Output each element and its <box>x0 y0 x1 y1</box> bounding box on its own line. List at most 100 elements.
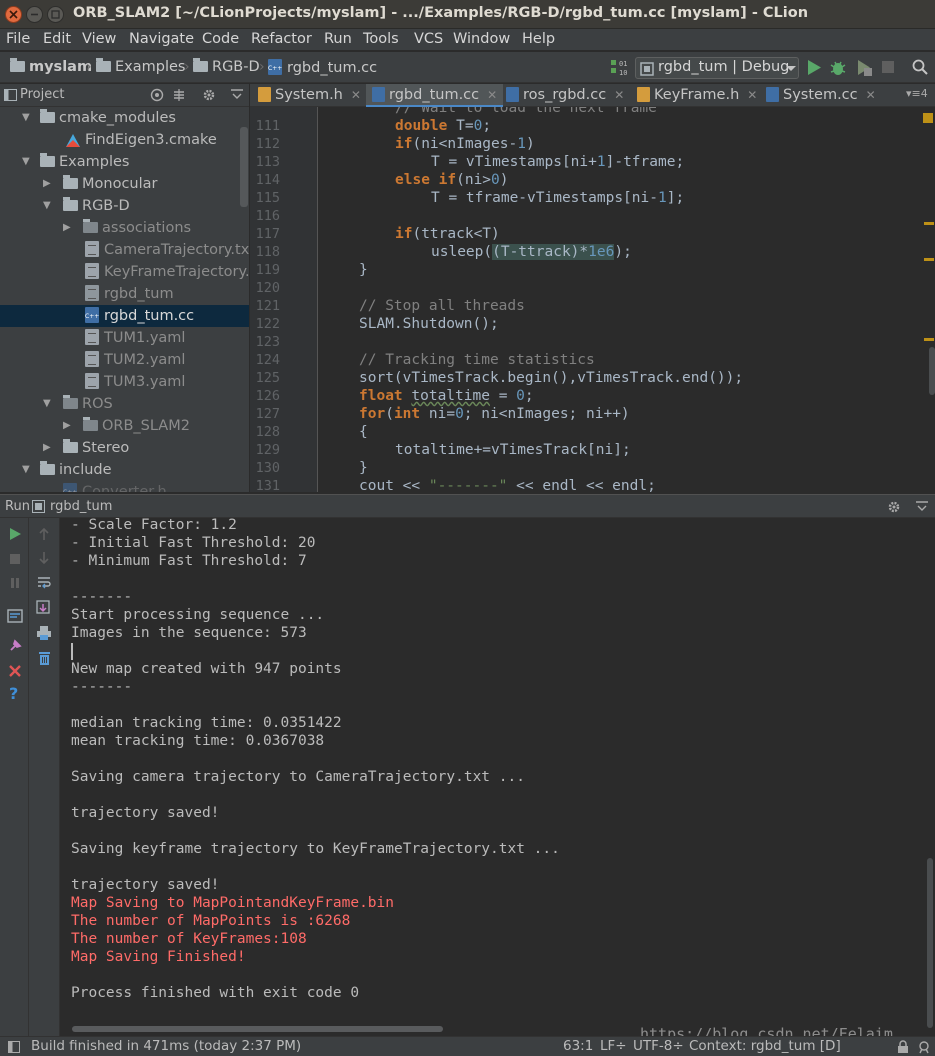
line-number: 131 <box>255 478 280 492</box>
pin-tab-icon[interactable] <box>7 638 23 654</box>
stop-icon[interactable] <box>8 552 22 566</box>
warning-stripe[interactable] <box>924 258 934 261</box>
close-tab-icon[interactable]: ✕ <box>866 88 876 102</box>
tree-item-include[interactable]: ▼ include <box>22 459 112 481</box>
console-line: Start processing sequence ... <box>71 607 325 623</box>
search-icon[interactable] <box>912 59 928 75</box>
gear-icon[interactable] <box>887 500 901 514</box>
menu-run[interactable]: Run <box>324 29 352 50</box>
menu-code[interactable]: Code <box>202 29 239 50</box>
hide-panel-icon[interactable] <box>230 88 244 102</box>
file-encoding[interactable]: UTF-8÷ <box>633 1038 684 1054</box>
tree-item-tum3[interactable]: TUM3.yaml <box>85 371 185 393</box>
menu-file[interactable]: File <box>6 29 30 50</box>
arrow-up-icon[interactable] <box>37 527 51 541</box>
breadcrumb-file[interactable]: rgbd_tum.cc <box>268 59 377 76</box>
menu-view[interactable]: View <box>82 29 116 50</box>
menu-vcs[interactable]: VCS <box>414 29 443 50</box>
breadcrumb-project[interactable]: myslam <box>10 58 92 75</box>
inspector-icon[interactable] <box>917 1040 931 1054</box>
close-tab-icon[interactable]: ✕ <box>614 88 624 102</box>
scroll-to-end-icon[interactable] <box>36 600 52 616</box>
run-console[interactable]: - Scale Factor: 1.2 - Initial Fast Thres… <box>60 518 935 1036</box>
tabs-overflow-button[interactable]: ▾≡4 <box>906 87 928 100</box>
code-line: totaltime+=vTimesTrack[ni]; <box>395 442 631 458</box>
breadcrumb-examples[interactable]: Examples <box>96 58 185 75</box>
menu-help[interactable]: Help <box>522 29 555 50</box>
tree-item-rgbd[interactable]: ▼ RGB-D <box>43 195 130 217</box>
close-icon[interactable] <box>7 663 23 679</box>
folder-icon <box>63 175 78 189</box>
print-icon[interactable] <box>36 625 52 641</box>
rerun-icon[interactable] <box>8 527 22 541</box>
tree-item-ros[interactable]: ▼ ROS <box>43 393 113 415</box>
scroll-from-source-icon[interactable] <box>150 88 164 102</box>
restore-layout-icon[interactable] <box>7 608 23 624</box>
tree-item-camera-trajectory[interactable]: CameraTrajectory.txt <box>85 239 249 261</box>
gear-icon[interactable] <box>202 88 216 102</box>
run-icon[interactable] <box>806 59 822 76</box>
hide-panel-icon[interactable] <box>915 500 929 514</box>
menu-tools[interactable]: Tools <box>363 29 399 50</box>
code-editor[interactable]: 111 112 113 114 115 116 117 118 119 120 … <box>250 107 935 492</box>
warning-stripe[interactable] <box>924 338 934 341</box>
collapse-all-icon[interactable] <box>172 88 186 102</box>
close-window-button[interactable] <box>5 6 22 23</box>
resolve-context[interactable]: Context: rgbd_tum [D] <box>689 1038 841 1054</box>
tree-item-findeigen[interactable]: FindEigen3.cmake <box>66 129 217 151</box>
tree-item-rgbd-tum-cc[interactable]: rgbd_tum.cc <box>0 305 249 327</box>
line-separator[interactable]: LF÷ <box>600 1038 627 1054</box>
close-tab-icon[interactable]: ✕ <box>487 88 497 102</box>
stop-icon[interactable] <box>881 60 895 74</box>
tree-item-orb-slam2[interactable]: ▶ ORB_SLAM2 <box>63 415 190 437</box>
line-number: 115 <box>255 190 280 206</box>
lock-icon[interactable] <box>897 1040 909 1054</box>
tab-label: System.cc <box>783 87 858 103</box>
soft-wrap-icon[interactable] <box>36 575 52 591</box>
build-config-icon[interactable]: 0110 <box>610 58 628 78</box>
run-coverage-icon[interactable] <box>855 59 873 77</box>
breadcrumb-rgbd[interactable]: RGB-D <box>193 58 260 75</box>
tab-system-h[interactable]: System.h ✕ <box>258 84 367 107</box>
tree-item-stereo[interactable]: ▶ Stereo <box>43 437 129 459</box>
close-tab-icon[interactable]: ✕ <box>351 88 361 102</box>
arrow-down-icon[interactable] <box>37 551 51 565</box>
close-tab-icon[interactable]: ✕ <box>747 88 757 102</box>
editor-scroll-thumb[interactable] <box>929 347 935 395</box>
editor-scrollbar[interactable] <box>919 107 935 492</box>
tab-ros-rgbd-cc[interactable]: ros_rgbd.cc ✕ <box>506 84 630 107</box>
tree-item-monocular[interactable]: ▶ Monocular <box>43 173 157 195</box>
pause-icon[interactable] <box>8 576 22 590</box>
debug-icon[interactable] <box>829 59 847 77</box>
tree-item-converter[interactable]: Converter.h <box>63 481 167 492</box>
code-line: sort(vTimesTrack.begin(),vTimesTrack.end… <box>359 370 744 386</box>
run-configuration-select[interactable]: rgbd_tum | Debug <box>635 57 799 79</box>
tree-item-tum2[interactable]: TUM2.yaml <box>85 349 185 371</box>
menu-window[interactable]: Window <box>453 29 510 50</box>
console-line: trajectory saved! <box>71 877 220 893</box>
warning-stripe[interactable] <box>924 222 934 225</box>
tree-item-keyframe-trajectory[interactable]: KeyFrameTrajectory.txt <box>85 261 249 283</box>
help-icon[interactable]: ? <box>9 684 18 703</box>
tab-rgbd-tum-cc[interactable]: rgbd_tum.cc ✕ <box>366 84 504 107</box>
trash-icon[interactable] <box>37 650 53 666</box>
toggle-tool-windows-icon[interactable] <box>8 1041 20 1053</box>
tab-system-cc[interactable]: System.cc ✕ <box>766 84 882 107</box>
minimize-window-button[interactable] <box>26 6 43 23</box>
menu-refactor[interactable]: Refactor <box>251 29 312 50</box>
tree-item-cmake-modules[interactable]: ▼ cmake_modules <box>22 107 176 129</box>
menu-edit[interactable]: Edit <box>43 29 71 50</box>
console-horizontal-scrollbar[interactable] <box>72 1026 443 1032</box>
expanded-arrow-icon: ▼ <box>22 156 30 167</box>
tree-item-rgbd-tum-binary[interactable]: rgbd_tum <box>85 283 174 305</box>
tree-item-tum1[interactable]: TUM1.yaml <box>85 327 185 349</box>
tab-keyframe-h[interactable]: KeyFrame.h ✕ <box>637 84 763 107</box>
console-vertical-scrollbar[interactable] <box>927 858 933 1028</box>
run-panel-config[interactable]: rgbd_tum <box>50 499 112 514</box>
tree-item-examples[interactable]: ▼ Examples <box>22 151 129 173</box>
cursor-position[interactable]: 63:1 <box>563 1038 593 1054</box>
menu-navigate[interactable]: Navigate <box>129 29 194 50</box>
maximize-window-button[interactable] <box>47 6 64 23</box>
tree-scrollbar[interactable] <box>240 127 248 207</box>
tree-item-associations[interactable]: ▶ associations <box>63 217 191 239</box>
